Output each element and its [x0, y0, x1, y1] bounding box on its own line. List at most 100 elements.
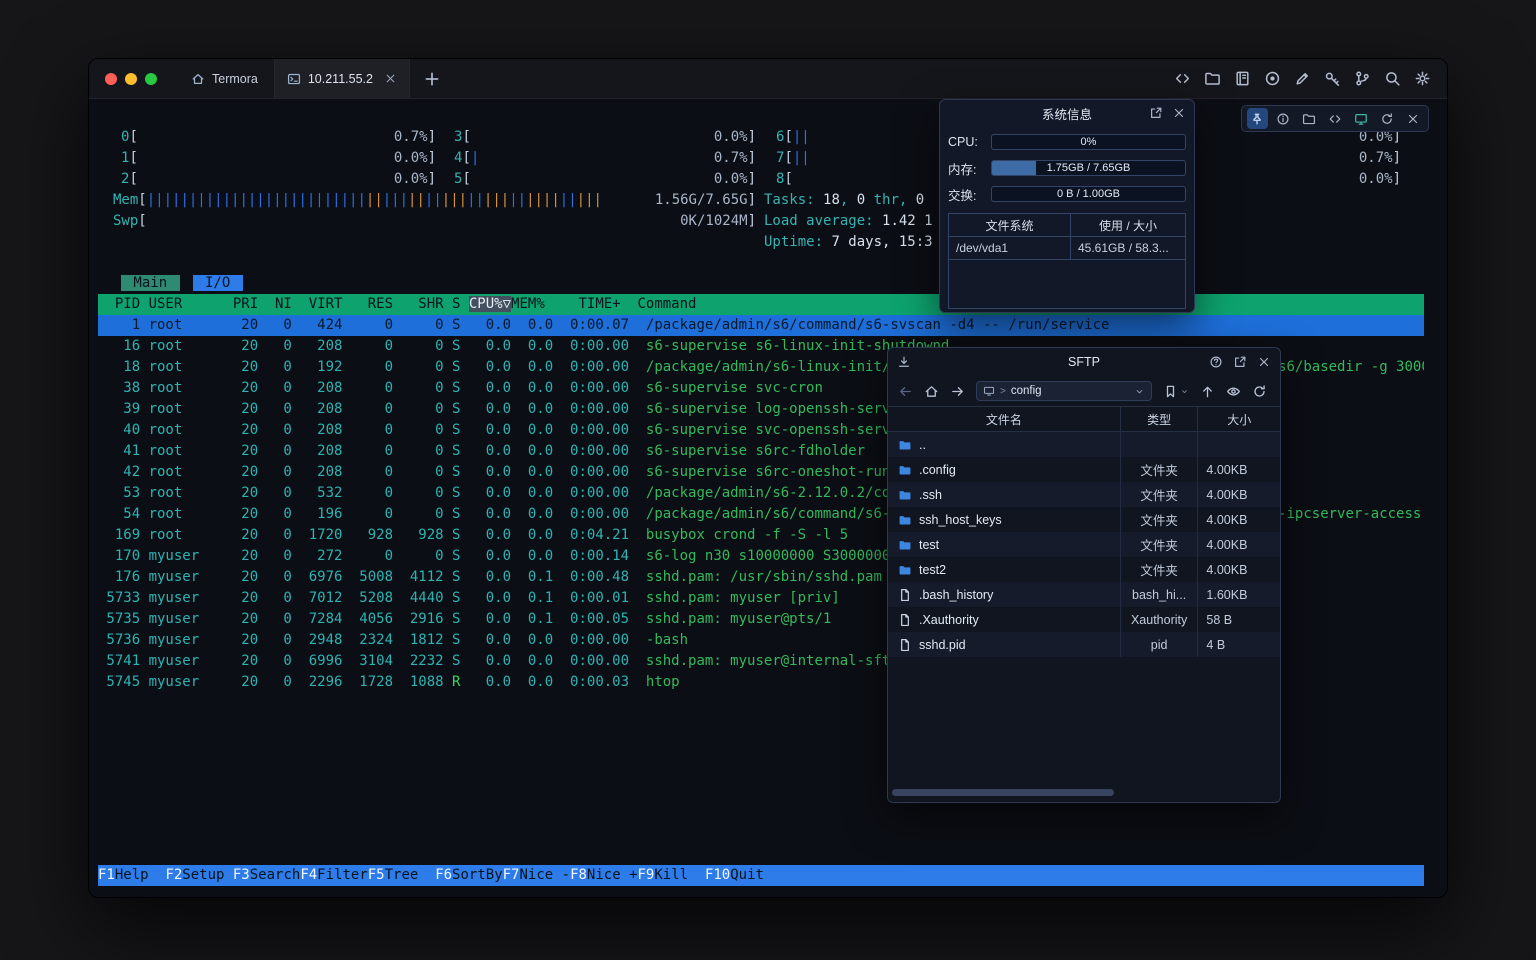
- close-icon[interactable]: [1257, 355, 1271, 369]
- fkey-label-f7[interactable]: Nice -: [519, 867, 570, 883]
- fkey-label-f1[interactable]: Help: [115, 867, 166, 883]
- horizontal-scrollbar[interactable]: [892, 789, 1278, 796]
- code-icon[interactable]: [1325, 108, 1346, 129]
- file-size: 4.00KB: [1198, 507, 1280, 532]
- sysinfo-meter-row: 交换:0 B / 1.00GB: [948, 181, 1186, 207]
- column-filename[interactable]: 文件名: [888, 407, 1121, 431]
- fkey-f1[interactable]: F1: [98, 867, 115, 883]
- folder-icon[interactable]: [1204, 70, 1221, 87]
- info-text: 1.42 1: [882, 213, 933, 229]
- key-icon[interactable]: [1324, 70, 1341, 87]
- code-icon[interactable]: [1174, 70, 1191, 87]
- help-icon[interactable]: [1209, 355, 1223, 369]
- zoom-window-button[interactable]: [145, 73, 157, 85]
- tab-home[interactable]: Termora: [175, 59, 274, 98]
- sftp-file-row-updir[interactable]: ..: [888, 432, 1280, 457]
- fkey-label-f8[interactable]: Nice +: [587, 867, 638, 883]
- process-values: 170 myuser 20 0 272 0 0: [98, 548, 452, 564]
- pin-icon[interactable]: [1247, 108, 1268, 129]
- screen-tab-io[interactable]: I/O: [193, 275, 243, 291]
- process-values: 54 root 20 0 196 0 0: [98, 506, 452, 522]
- cpu-core-value: 0.7%: [394, 127, 428, 148]
- column-size[interactable]: 大小: [1198, 407, 1280, 431]
- close-icon[interactable]: [1172, 106, 1186, 120]
- fkey-f4[interactable]: F4: [300, 867, 317, 883]
- fkey-label-f6[interactable]: SortBy: [452, 867, 503, 883]
- new-tab-button[interactable]: [422, 69, 442, 89]
- sftp-file-row-test2[interactable]: test2文件夹4.00KB: [888, 557, 1280, 582]
- meter-bracket-close: ]: [428, 127, 436, 148]
- sftp-file-row-test[interactable]: test文件夹4.00KB: [888, 532, 1280, 557]
- column-type[interactable]: 类型: [1121, 407, 1199, 431]
- fkey-f7[interactable]: F7: [503, 867, 520, 883]
- header-cells: MEM% TIME+ Command: [511, 296, 696, 312]
- branch-icon[interactable]: [1354, 70, 1371, 87]
- refresh-icon[interactable]: [1252, 384, 1267, 399]
- cpu-core-value: 0.0%: [714, 169, 748, 190]
- cpu-meter-3: 3[0.0%]: [454, 127, 756, 148]
- file-name: .config: [919, 463, 956, 477]
- fkey-label-f5[interactable]: Tree: [385, 867, 436, 883]
- folder-icon[interactable]: [1299, 108, 1320, 129]
- fkey-f8[interactable]: F8: [570, 867, 587, 883]
- edit-icon[interactable]: [1294, 70, 1311, 87]
- progress-text: 1.75GB / 7.65GB: [992, 161, 1185, 175]
- fkey-label-f9[interactable]: Kill: [654, 867, 705, 883]
- detach-icon[interactable]: [1233, 355, 1247, 369]
- sysinfo-meters: CPU:0%内存:1.75GB / 7.65GB交换:0 B / 1.00GB: [948, 129, 1186, 207]
- tab-session[interactable]: 10.211.55.2: [274, 59, 410, 98]
- fkey-f5[interactable]: F5: [368, 867, 385, 883]
- screen-tab-main[interactable]: Main: [121, 275, 180, 291]
- file-name-cell: sshd.pid: [888, 632, 1121, 657]
- process-values: 0.0 0.0 0:00.03: [460, 674, 645, 690]
- uptime-row: Uptime: 7 days, 15:3: [98, 232, 1424, 253]
- fkey-f2[interactable]: F2: [165, 867, 182, 883]
- settings-icon[interactable]: [1414, 70, 1431, 87]
- sftp-file-row-.Xauthority[interactable]: .XauthorityXauthority58 B: [888, 607, 1280, 632]
- meter-bracket-close: ]: [428, 169, 436, 190]
- sftp-file-row-sshd.pid[interactable]: sshd.pidpid4 B: [888, 632, 1280, 657]
- process-row-pid-1[interactable]: 1 root 20 0 424 0 0 S 0.0 0.0 0:00.07 /p…: [98, 315, 1424, 336]
- path-breadcrumb[interactable]: > config: [976, 381, 1152, 401]
- show-hidden-icon[interactable]: [1226, 384, 1241, 399]
- info-icon[interactable]: [1273, 108, 1294, 129]
- parent-directory-icon[interactable]: [1200, 384, 1215, 399]
- fkey-label-f10[interactable]: Quit: [730, 867, 781, 883]
- sftp-file-row-.ssh[interactable]: .ssh文件夹4.00KB: [888, 482, 1280, 507]
- fkey-label-f3[interactable]: Search: [250, 867, 301, 883]
- fkey-f9[interactable]: F9: [638, 867, 655, 883]
- fkey-f10[interactable]: F10: [705, 867, 730, 883]
- meter-bar-segment: ||: [560, 192, 577, 208]
- home-icon[interactable]: [924, 384, 939, 399]
- fkey-f6[interactable]: F6: [435, 867, 452, 883]
- sftp-file-row-.bash_history[interactable]: .bash_historybash_hi...1.60KB: [888, 582, 1280, 607]
- meter-label: Swp: [113, 211, 138, 232]
- scrollbar-thumb[interactable]: [892, 789, 1114, 796]
- meter-bracket-open: [: [129, 127, 137, 148]
- fkey-f3[interactable]: F3: [233, 867, 250, 883]
- sftp-toolbar: > config: [888, 376, 1280, 406]
- close-window-button[interactable]: [105, 73, 117, 85]
- forward-icon[interactable]: [950, 384, 965, 399]
- process-table-header[interactable]: PID USER PRI NI VIRT RES SHR S CPU%▽MEM%…: [98, 294, 1424, 315]
- close-icon[interactable]: [1402, 108, 1423, 129]
- fkey-label-f4[interactable]: Filter: [317, 867, 368, 883]
- sftp-file-row-.config[interactable]: .config文件夹4.00KB: [888, 457, 1280, 482]
- search-icon[interactable]: [1384, 70, 1401, 87]
- record-icon[interactable]: [1264, 70, 1281, 87]
- notebook-icon[interactable]: [1234, 70, 1251, 87]
- refresh-icon[interactable]: [1376, 108, 1397, 129]
- bookmarks-button[interactable]: [1163, 384, 1189, 399]
- back-icon[interactable]: [898, 384, 913, 399]
- display-icon[interactable]: [1350, 108, 1371, 129]
- cpu-core-id: 7: [776, 148, 784, 169]
- header-sort-cpu[interactable]: CPU%▽: [469, 296, 511, 312]
- tab-close-icon[interactable]: [384, 72, 397, 85]
- sftp-file-row-ssh_host_keys[interactable]: ssh_host_keys文件夹4.00KB: [888, 507, 1280, 532]
- swap-meter: Swp[0K/1024M]: [113, 211, 756, 232]
- cpu-core-value: 0.7%: [1359, 148, 1393, 169]
- fkey-label-f2[interactable]: Setup: [182, 867, 233, 883]
- minimize-window-button[interactable]: [125, 73, 137, 85]
- chevron-down-icon[interactable]: [1134, 386, 1145, 397]
- detach-icon[interactable]: [1149, 106, 1163, 120]
